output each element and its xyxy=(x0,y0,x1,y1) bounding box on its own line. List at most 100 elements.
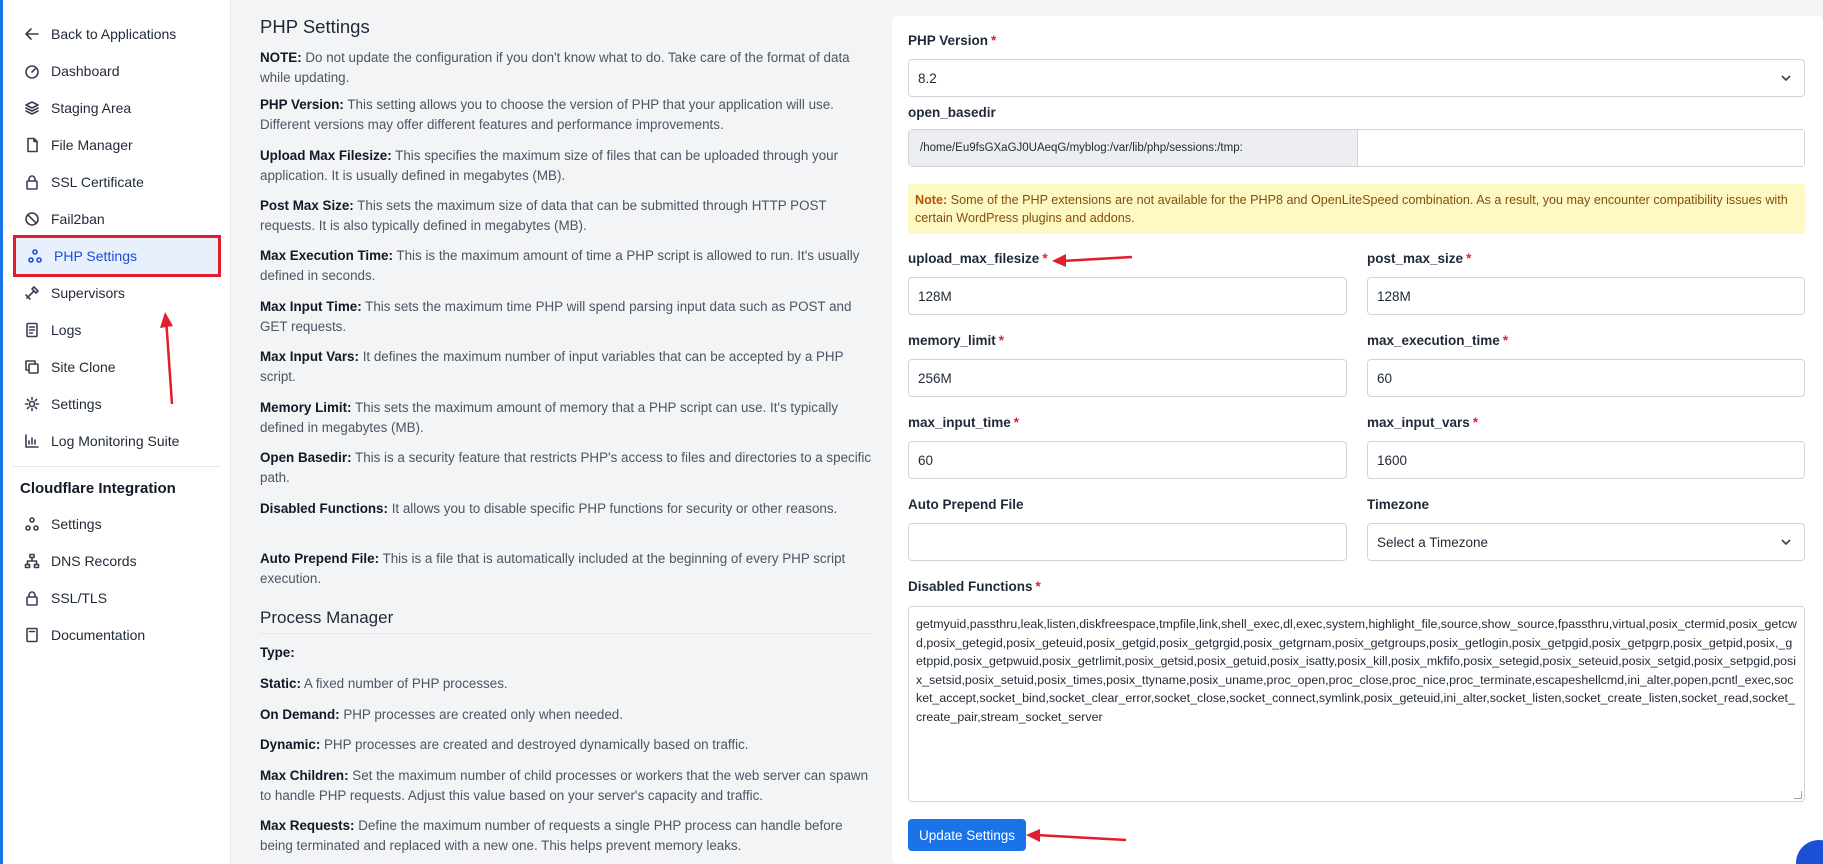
sidebar-item-staging[interactable]: Staging Area xyxy=(13,87,221,129)
desc-max-input-time: Max Input Time: This sets the maximum ti… xyxy=(260,299,852,334)
sidebar-item-documentation[interactable]: Documentation xyxy=(13,614,221,656)
sidebar-item-logs[interactable]: Logs xyxy=(13,309,221,351)
open-basedir-label: open_basedir xyxy=(908,105,996,120)
sidebar-item-fail2ban[interactable]: Fail2ban xyxy=(13,198,221,240)
file-icon xyxy=(23,136,41,154)
sidebar-divider xyxy=(13,466,221,467)
sidebar-item-log-monitoring[interactable]: Log Monitoring Suite xyxy=(13,420,221,462)
sidebar-item-ssl-tls[interactable]: SSL/TLS xyxy=(13,577,221,619)
sidebar-item-label: Settings xyxy=(51,516,102,532)
sidebar-item-supervisors[interactable]: Supervisors xyxy=(13,272,221,314)
timezone-label: Timezone xyxy=(1367,497,1430,512)
desc-upload-max: Upload Max Filesize: This specifies the … xyxy=(260,148,839,183)
sidebar-item-label: File Manager xyxy=(51,137,133,153)
php-version-label: PHP Version * xyxy=(908,33,997,48)
desc-auto-prepend: Auto Prepend File: This is a file that i… xyxy=(260,551,846,586)
nodes-icon xyxy=(23,515,41,533)
sidebar-item-label: Settings xyxy=(51,396,102,412)
sidebar: Back to Applications Dashboard Staging A… xyxy=(3,0,231,864)
memory-limit-input[interactable]: 256M xyxy=(908,359,1347,397)
sidebar-item-label: Log Monitoring Suite xyxy=(51,433,180,449)
gear-icon xyxy=(23,395,41,413)
ban-icon xyxy=(23,210,41,228)
desc-pm-static: Static: A fixed number of PHP processes. xyxy=(260,676,508,691)
sidebar-item-cf-settings[interactable]: Settings xyxy=(13,503,221,545)
auto-prepend-file-input[interactable] xyxy=(908,523,1347,561)
desc-pm-ondemand: On Demand: PHP processes are created onl… xyxy=(260,707,623,722)
upload-max-filesize-label: upload_max_filesize * xyxy=(908,251,1048,266)
desc-max-execution: Max Execution Time: This is the maximum … xyxy=(260,248,860,283)
sidebar-item-ssl[interactable]: SSL Certificate xyxy=(13,161,221,203)
sidebar-item-label: PHP Settings xyxy=(54,248,138,264)
post-max-size-input[interactable]: 128M xyxy=(1367,277,1805,315)
sidebar-item-label: Staging Area xyxy=(51,100,132,116)
lock-icon xyxy=(23,173,41,191)
sidebar-item-label: Back to Applications xyxy=(51,26,177,42)
desc-pm-type: Type: xyxy=(260,645,295,660)
desc-pm-max-requests: Max Requests: Define the maximum number … xyxy=(260,818,843,853)
sidebar-item-label: SSL/TLS xyxy=(51,590,108,606)
desc-php-version: PHP Version: This setting allows you to … xyxy=(260,97,834,132)
max-input-vars-input[interactable]: 1600 xyxy=(1367,441,1805,479)
resize-handle[interactable] xyxy=(1794,791,1802,799)
lock-icon xyxy=(23,589,41,607)
sidebar-item-label: Dashboard xyxy=(51,63,120,79)
document-icon xyxy=(23,321,41,339)
desc-post-max: Post Max Size: This sets the maximum siz… xyxy=(260,198,827,233)
cloudflare-heading: Cloudflare Integration xyxy=(20,480,176,497)
timezone-select[interactable]: Select a Timezone xyxy=(1367,523,1805,561)
chart-icon xyxy=(23,432,41,450)
chevron-down-icon xyxy=(1780,536,1792,548)
description-column: PHP Settings NOTE: Do not update the con… xyxy=(260,0,872,864)
auto-prepend-file-label: Auto Prepend File xyxy=(908,497,1024,512)
max-input-time-label: max_input_time * xyxy=(908,415,1020,430)
disabled-functions-textarea[interactable]: getmyuid,passthru,leak,listen,diskfreesp… xyxy=(908,606,1805,802)
sidebar-item-label: Logs xyxy=(51,322,82,338)
layers-icon xyxy=(23,99,41,117)
sidebar-item-settings[interactable]: Settings xyxy=(13,383,221,425)
sidebar-item-site-clone[interactable]: Site Clone xyxy=(13,346,221,388)
sidebar-item-label: Supervisors xyxy=(51,285,125,301)
book-icon xyxy=(23,626,41,644)
arrow-left-icon xyxy=(23,25,41,43)
sidebar-item-file-manager[interactable]: File Manager xyxy=(13,124,221,166)
copy-icon xyxy=(23,358,41,376)
disabled-functions-label: Disabled Functions * xyxy=(908,579,1041,594)
sidebar-item-label: SSL Certificate xyxy=(51,174,144,190)
sidebar-item-label: Fail2ban xyxy=(51,211,105,227)
tools-icon xyxy=(23,284,41,302)
page-title: PHP Settings xyxy=(260,16,370,37)
desc-open-basedir: Open Basedir: This is a security feature… xyxy=(260,450,872,485)
gauge-icon xyxy=(23,62,41,80)
sitemap-icon xyxy=(23,552,41,570)
max-execution-time-input[interactable]: 60 xyxy=(1367,359,1805,397)
sidebar-item-back[interactable]: Back to Applications xyxy=(13,13,221,55)
desc-memory-limit: Memory Limit: This sets the maximum amou… xyxy=(260,400,839,435)
sidebar-item-label: Site Clone xyxy=(51,359,116,375)
max-input-vars-label: max_input_vars * xyxy=(1367,415,1479,430)
process-manager-title: Process Manager xyxy=(260,608,394,627)
sidebar-item-label: Documentation xyxy=(51,627,146,643)
max-input-time-input[interactable]: 60 xyxy=(908,441,1347,479)
update-settings-button[interactable]: Update Settings xyxy=(908,819,1026,851)
open-basedir-input[interactable] xyxy=(1358,130,1804,166)
open-basedir-field: /home/Eu9fsGXaGJ0UAeqG/myblog:/var/lib/p… xyxy=(908,129,1805,167)
nodes-icon xyxy=(26,247,44,265)
sidebar-item-label: DNS Records xyxy=(51,553,137,569)
upload-max-filesize-input[interactable]: 128M xyxy=(908,277,1347,315)
desc-pm-max-children: Max Children: Set the maximum number of … xyxy=(260,768,869,803)
max-execution-time-label: max_execution_time * xyxy=(1367,333,1509,348)
settings-form-panel: PHP Version * 8.2 open_basedir /home/Eu9f… xyxy=(892,16,1823,864)
desc-pm-dynamic: Dynamic: PHP processes are created and d… xyxy=(260,737,749,752)
chevron-down-icon xyxy=(1780,72,1792,84)
open-basedir-readonly: /home/Eu9fsGXaGJ0UAeqG/myblog:/var/lib/p… xyxy=(909,130,1358,166)
post-max-size-label: post_max_size * xyxy=(1367,251,1472,266)
compatibility-note: Note: Some of the PHP extensions are not… xyxy=(908,184,1805,234)
sidebar-item-dashboard[interactable]: Dashboard xyxy=(13,50,221,92)
section-divider xyxy=(260,633,872,634)
sidebar-item-dns-records[interactable]: DNS Records xyxy=(13,540,221,582)
php-version-select[interactable]: 8.2 xyxy=(908,59,1805,97)
sidebar-item-php-settings[interactable]: PHP Settings xyxy=(13,235,221,277)
desc-note: NOTE: Do not update the configuration if… xyxy=(260,50,850,85)
desc-disabled-functions: Disabled Functions: It allows you to dis… xyxy=(260,501,838,516)
